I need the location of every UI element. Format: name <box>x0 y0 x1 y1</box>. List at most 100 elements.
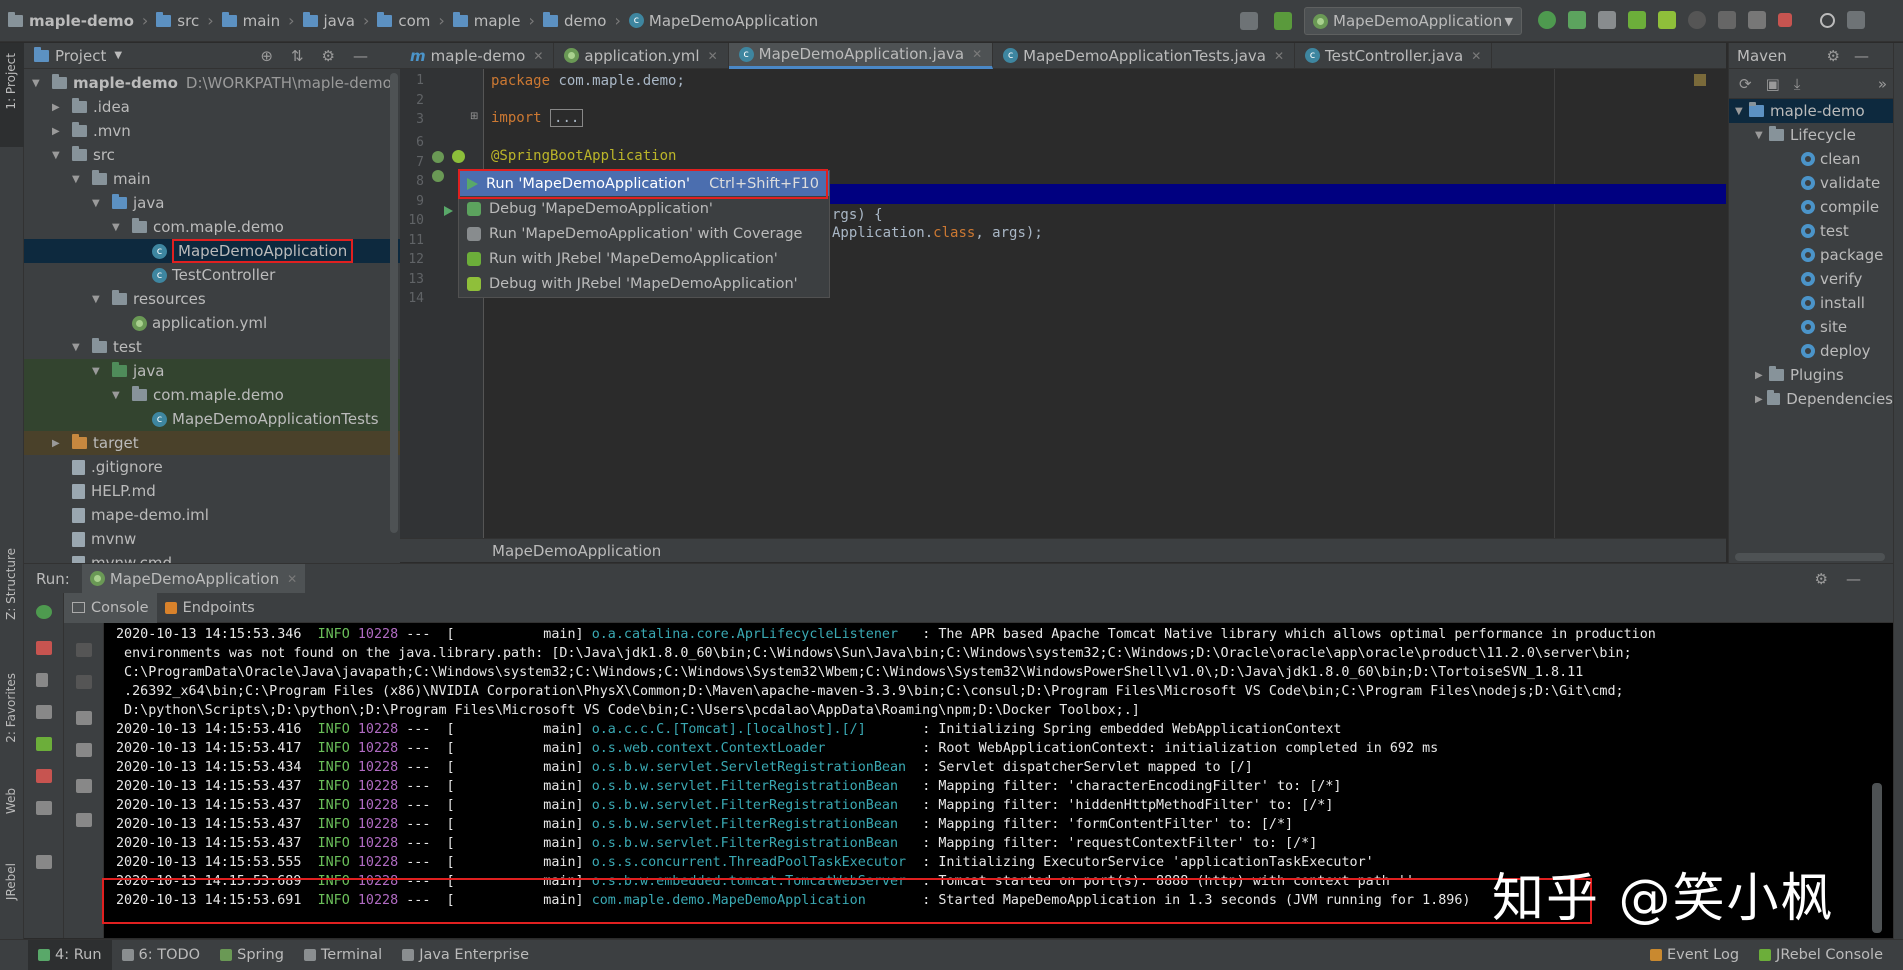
tree-item[interactable]: ▼ main <box>24 167 400 191</box>
tree-item[interactable]: ▼ com.maple.demo <box>24 215 400 239</box>
project-tool-button[interactable]: 1: Project <box>4 53 18 110</box>
breadcrumb-item[interactable]: maple › <box>452 0 535 42</box>
scroll-to-end-icon[interactable] <box>76 743 92 757</box>
tree-item[interactable]: ▶ target <box>24 431 400 455</box>
tree-item[interactable]: c MapeDemoApplication <box>24 239 400 263</box>
tree-item[interactable]: ▼ com.maple.demo <box>24 383 400 407</box>
jrebel-tool-button[interactable]: JRebel <box>4 863 18 900</box>
tree-item[interactable]: .gitignore <box>24 455 400 479</box>
menu-item[interactable]: Debug 'MapeDemoApplication' <box>459 196 829 221</box>
jrebel-debug-icon[interactable] <box>1658 11 1676 29</box>
tree-item[interactable]: ▼ java <box>24 191 400 215</box>
maven-plugins-row[interactable]: ▶ Plugins <box>1729 363 1893 387</box>
up-arrow-icon[interactable] <box>76 643 92 657</box>
tree-item[interactable]: mvnw <box>24 527 400 551</box>
tree-item[interactable]: mape-demo.iml <box>24 503 400 527</box>
gear-icon[interactable]: ⚙ <box>322 47 353 65</box>
tree-item[interactable]: ▼ java <box>24 359 400 383</box>
maven-project-row[interactable]: ▼ maple-demo <box>1729 99 1893 123</box>
exit-icon[interactable] <box>36 769 52 783</box>
tree-item[interactable]: ▼ maple-demo D:\WORKPATH\maple-demo <box>24 71 400 95</box>
web-tool-button[interactable]: Web <box>4 788 18 814</box>
bottom-tool-run[interactable]: 4: Run <box>28 939 112 970</box>
jrebel-gutter-icon[interactable] <box>452 150 465 163</box>
tab-endpoints[interactable]: Endpoints <box>157 593 263 623</box>
maven-goal-verify[interactable]: verify <box>1729 267 1893 291</box>
tree-item[interactable]: ▶ .mvn <box>24 119 400 143</box>
stop-icon[interactable] <box>1778 13 1792 27</box>
breadcrumb-item[interactable]: maple-demo › <box>8 0 148 42</box>
tree-item[interactable]: application.yml <box>24 311 400 335</box>
maven-goal-clean[interactable]: clean <box>1729 147 1893 171</box>
settings-grid-icon[interactable] <box>1847 11 1865 29</box>
editor-tab[interactable]: c TestController.java ✕ <box>1295 42 1493 69</box>
maven-goal-install[interactable]: install <box>1729 291 1893 315</box>
soft-wrap-icon[interactable] <box>76 711 92 725</box>
maven-goal-package[interactable]: package <box>1729 243 1893 267</box>
debug-bug-icon[interactable] <box>1568 11 1586 29</box>
menu-item[interactable]: Run with JRebel 'MapeDemoApplication' <box>459 246 829 271</box>
close-icon[interactable]: ✕ <box>1274 49 1284 63</box>
close-icon[interactable]: ✕ <box>1471 49 1481 63</box>
rerun-icon[interactable] <box>1538 11 1556 29</box>
gear-icon[interactable]: ⚙ <box>1827 47 1854 65</box>
hide-icon[interactable]: — <box>1854 47 1883 65</box>
locate-icon[interactable]: ⊕ <box>260 47 291 65</box>
tree-item[interactable]: ▼ src <box>24 143 400 167</box>
editor-tab[interactable]: c MapeDemoApplication.java ✕ <box>728 42 994 69</box>
collapse-icon[interactable]: ⇅ <box>291 47 322 65</box>
menu-item[interactable]: Debug with JRebel 'MapeDemoApplication' <box>459 271 829 296</box>
breadcrumb-item[interactable]: c MapeDemoApplication <box>628 0 818 42</box>
breadcrumb-item[interactable]: src › <box>156 0 214 42</box>
tree-item[interactable]: ▶ .idea <box>24 95 400 119</box>
refresh-icon[interactable]: ⟳ <box>1739 75 1766 93</box>
editor-tab[interactable]: application.yml ✕ <box>554 42 729 69</box>
project-structure-icon[interactable] <box>1240 12 1258 30</box>
tree-item[interactable]: ▼ resources <box>24 287 400 311</box>
jrebel-icon[interactable] <box>36 737 52 751</box>
download-icon[interactable]: ⤓ <box>1794 75 1815 93</box>
maven-goal-test[interactable]: test <box>1729 219 1893 243</box>
maven-goal-deploy[interactable]: deploy <box>1729 339 1893 363</box>
tree-item[interactable]: ▼ test <box>24 335 400 359</box>
chevron-down-icon[interactable]: ▼ <box>114 50 122 61</box>
tree-item[interactable]: c MapeDemoApplicationTests <box>24 407 400 431</box>
editor-breadcrumb[interactable]: MapeDemoApplication <box>492 542 661 560</box>
bottom-tool-todo[interactable]: 6: TODO <box>112 940 211 970</box>
stop-icon[interactable] <box>36 641 52 655</box>
tree-item[interactable]: HELP.md <box>24 479 400 503</box>
bottom-tool-spring[interactable]: Spring <box>210 940 294 970</box>
maven-lifecycle-row[interactable]: ▼ Lifecycle <box>1729 123 1893 147</box>
console-scrollbar[interactable] <box>1872 783 1882 933</box>
project-scrollbar[interactable] <box>390 73 398 533</box>
pause-icon[interactable] <box>36 673 48 687</box>
project-title[interactable]: Project <box>55 47 106 65</box>
editor-tab[interactable]: c MapeDemoApplicationTests.java ✕ <box>993 42 1296 69</box>
maven-scrollbar[interactable] <box>1735 553 1885 561</box>
breadcrumb-item[interactable]: java › <box>302 0 369 42</box>
close-icon[interactable]: ✕ <box>708 49 718 63</box>
bottom-tool-terminal[interactable]: Terminal <box>294 940 392 970</box>
spring-bean-gutter-icon[interactable] <box>432 170 444 182</box>
tree-item[interactable]: c TestController <box>24 263 400 287</box>
maven-dependencies-row[interactable]: ▶ Dependencies <box>1729 387 1893 411</box>
rerun-icon[interactable] <box>36 605 52 619</box>
run-configuration-select[interactable]: MapeDemoApplication ▼ <box>1304 7 1522 35</box>
camera-icon[interactable] <box>36 705 52 719</box>
maven-goal-validate[interactable]: validate <box>1729 171 1893 195</box>
close-icon[interactable]: ✕ <box>533 49 543 63</box>
editor-tab[interactable]: m maple-demo ✕ <box>400 42 555 69</box>
fold-icon[interactable]: ⊞ <box>470 111 478 122</box>
favorites-tool-button[interactable]: 2: Favorites <box>4 673 18 743</box>
attach-icon[interactable] <box>1688 11 1706 29</box>
layout-icon[interactable] <box>36 801 52 815</box>
close-icon[interactable]: ✕ <box>972 47 982 61</box>
breadcrumb-item[interactable]: com › <box>377 0 445 42</box>
run-config-tab[interactable]: MapeDemoApplication ✕ <box>81 563 306 594</box>
pause-icon[interactable] <box>1748 11 1766 29</box>
spring-bean-gutter-icon[interactable] <box>432 151 444 163</box>
pin-icon[interactable] <box>36 855 52 869</box>
tab-console[interactable]: Console <box>64 592 157 623</box>
close-icon[interactable]: ✕ <box>287 572 297 586</box>
update-icon[interactable] <box>1718 11 1736 29</box>
